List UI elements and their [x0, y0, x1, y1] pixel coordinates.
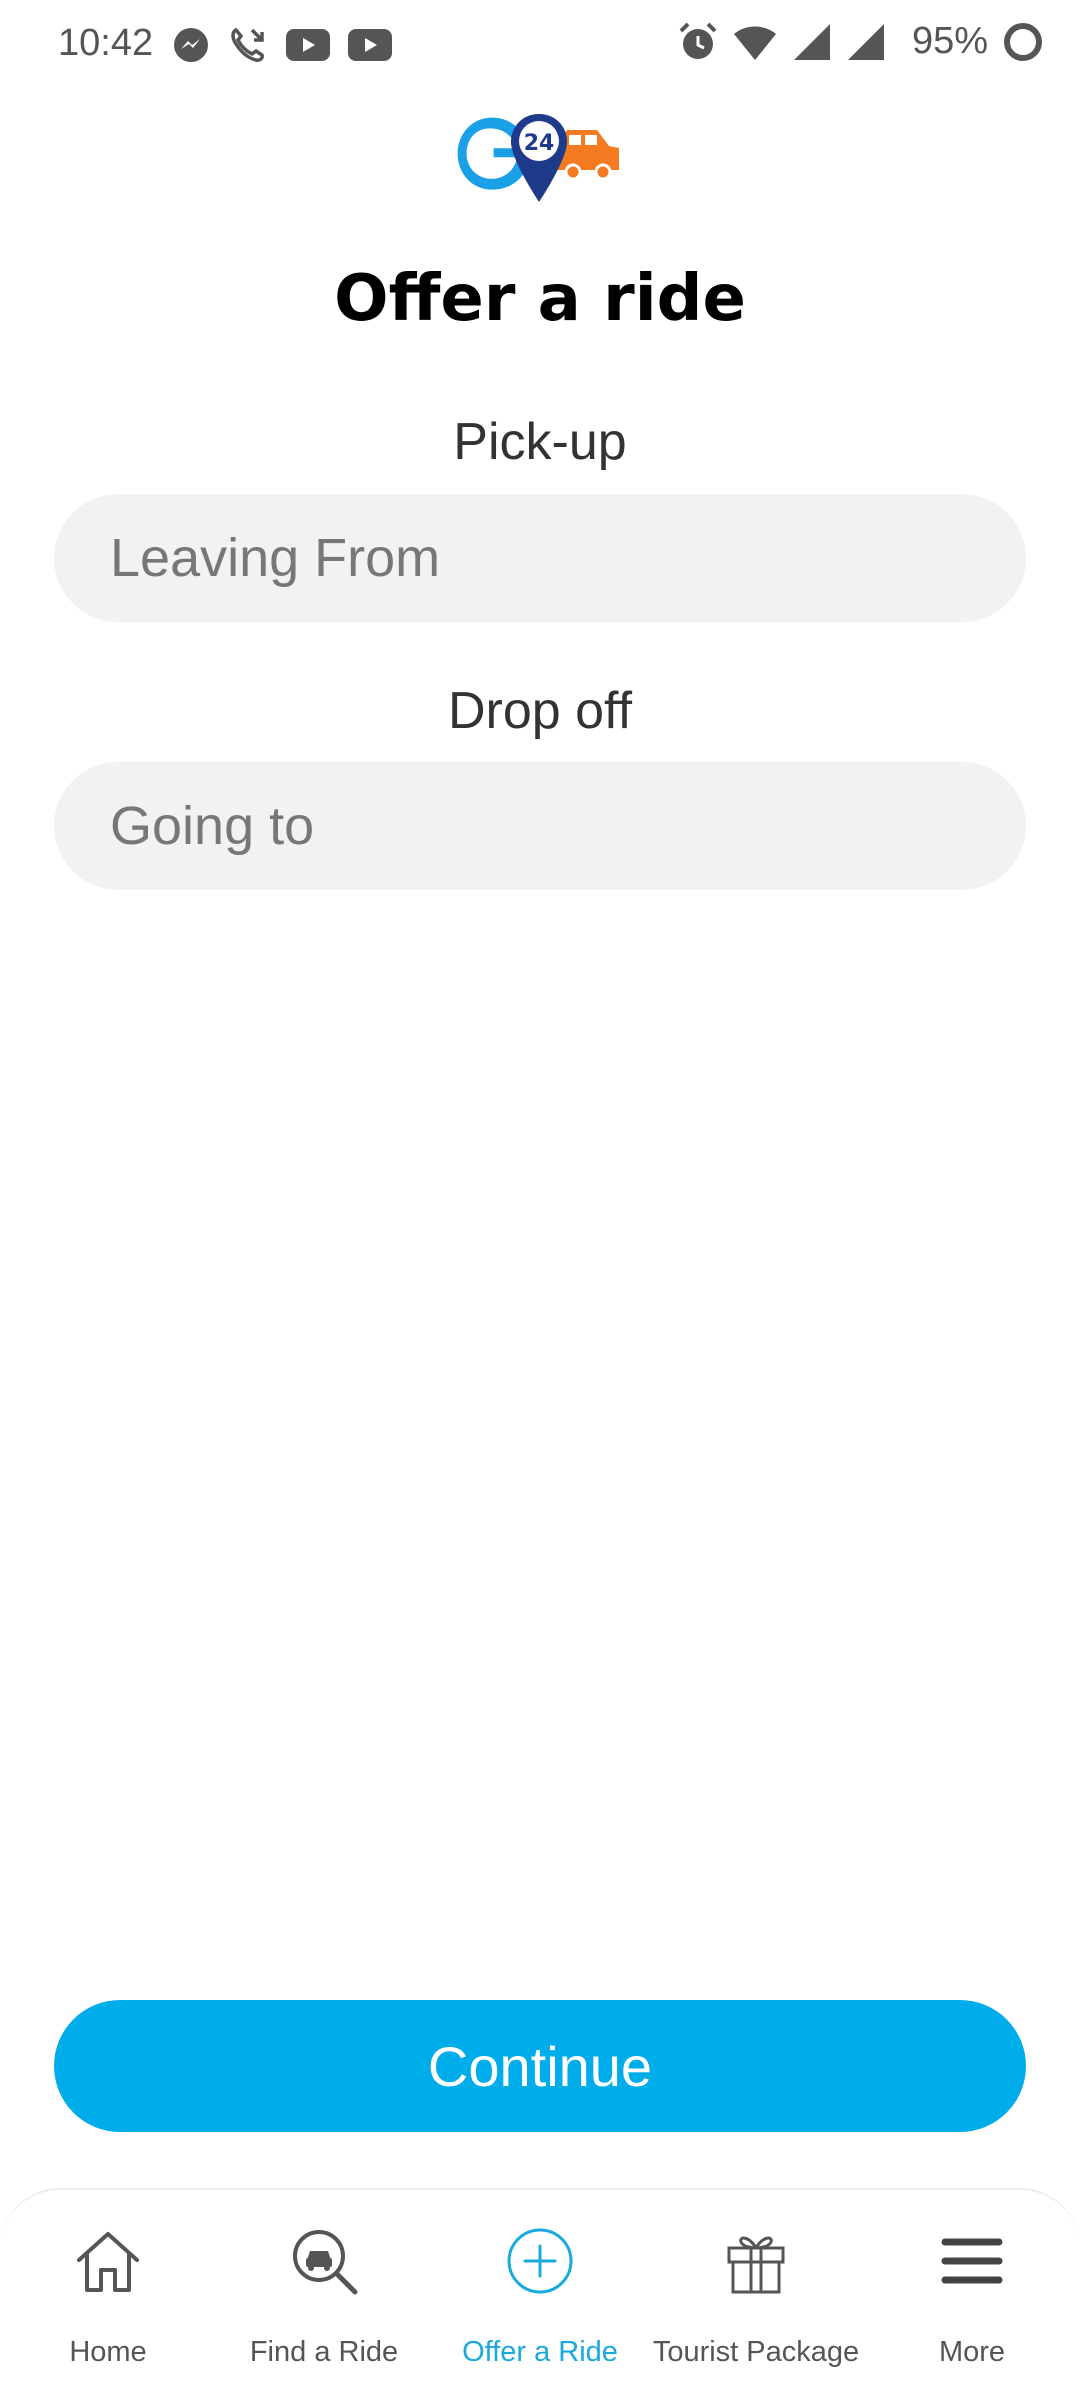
- youtube-icon: [348, 29, 392, 61]
- continue-button[interactable]: Continue: [54, 2000, 1026, 2132]
- menu-icon: [937, 2226, 1007, 2296]
- nav-item-home[interactable]: Home: [0, 2190, 216, 2402]
- dropoff-input[interactable]: [54, 762, 1026, 890]
- dropoff-label: Drop off: [447, 682, 633, 740]
- youtube-icon: [286, 29, 330, 61]
- signal-icon: [846, 22, 886, 62]
- pickup-input[interactable]: [54, 494, 1026, 622]
- go24-logo: 24: [455, 108, 625, 208]
- battery-percent: 95%: [911, 20, 988, 62]
- status-time: 10:42: [58, 22, 154, 64]
- signal-icon: [792, 22, 832, 62]
- plus-circle-icon: [505, 2226, 575, 2296]
- wifi-icon: [732, 22, 778, 62]
- nav-label-home: Home: [69, 2336, 147, 2368]
- alarm-icon: [678, 21, 718, 63]
- logo-text: 24: [524, 131, 555, 156]
- messenger-icon: [172, 26, 210, 64]
- gift-icon: [721, 2226, 791, 2296]
- nav-item-find-ride[interactable]: Find a Ride: [216, 2190, 432, 2402]
- home-icon: [73, 2226, 143, 2296]
- pickup-label: Pick-up: [453, 413, 627, 471]
- nav-label-offer-ride: Offer a Ride: [462, 2336, 618, 2368]
- missed-call-icon: [228, 26, 268, 64]
- nav-item-tourist-package[interactable]: Tourist Package: [648, 2190, 864, 2402]
- battery-ring-icon: [1002, 21, 1044, 63]
- search-car-icon: [289, 2226, 359, 2296]
- nav-label-tourist-package: Tourist Package: [652, 2336, 860, 2368]
- nav-item-more[interactable]: More: [864, 2190, 1080, 2402]
- notification-icons: [172, 26, 392, 64]
- nav-item-offer-ride[interactable]: Offer a Ride: [432, 2190, 648, 2402]
- status-bar: 10:42 95%: [0, 0, 1080, 92]
- nav-label-find-ride: Find a Ride: [249, 2336, 399, 2368]
- page-title: Offer a ride: [334, 262, 746, 336]
- bottom-nav: Home Find a Ride Offer a Ride Tourist Pa…: [0, 2188, 1080, 2402]
- nav-label-more: More: [938, 2336, 1006, 2368]
- system-status-icons: 95%: [678, 20, 1044, 63]
